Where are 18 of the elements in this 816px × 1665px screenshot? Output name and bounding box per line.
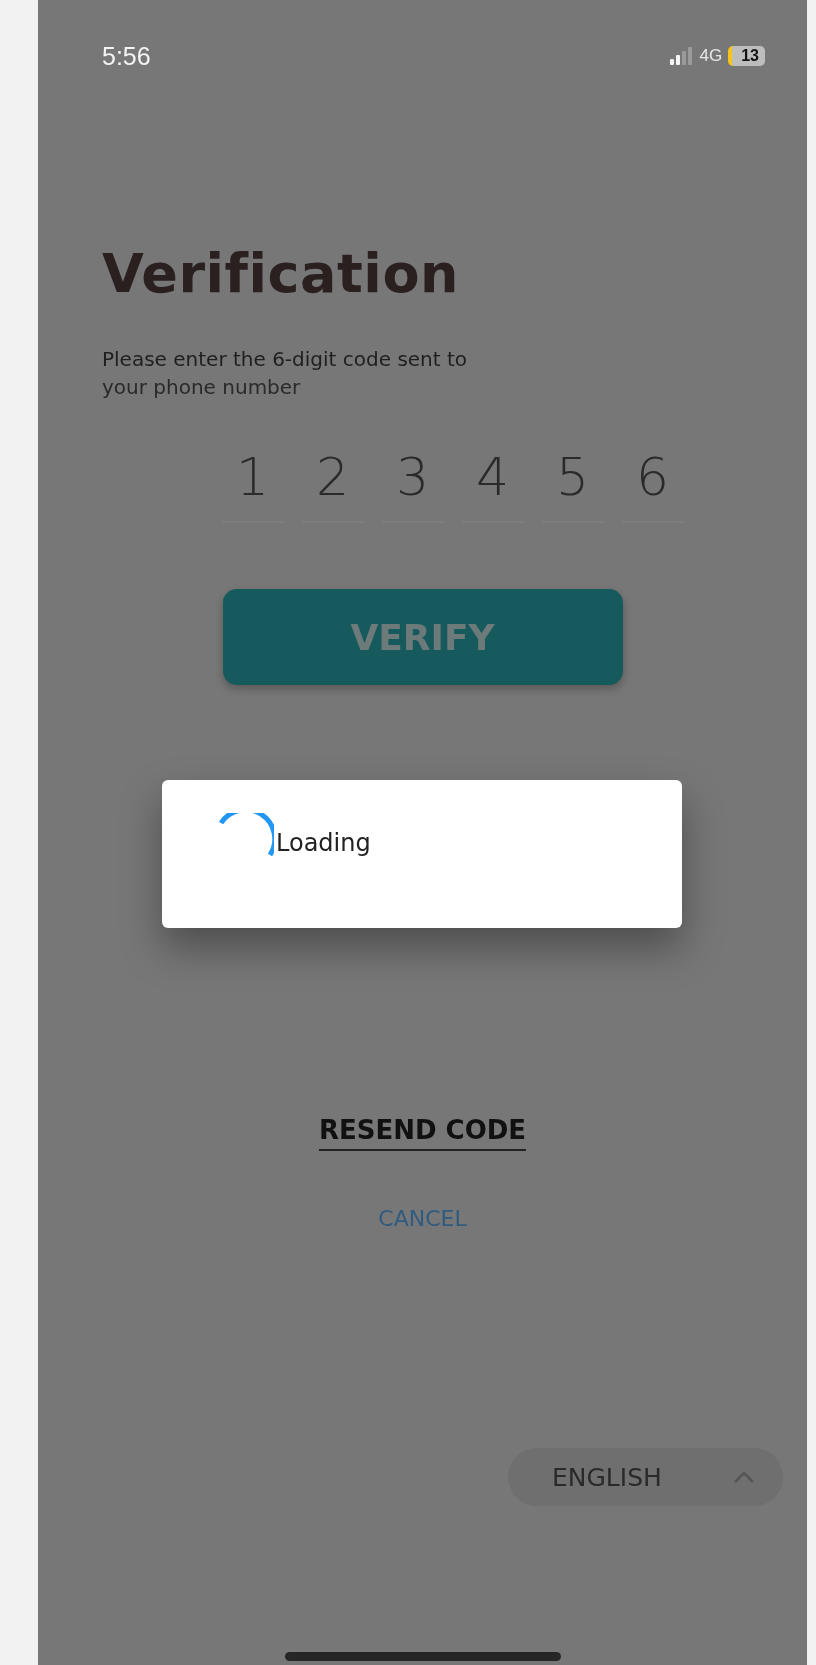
language-selector[interactable]: ENGLISH <box>508 1448 783 1506</box>
code-digit-field[interactable]: 2 <box>301 447 364 523</box>
chevron-icon <box>733 1470 755 1484</box>
loading-text: Loading <box>276 829 371 857</box>
code-digit-field[interactable]: 6 <box>621 447 684 523</box>
battery-indicator: 13 <box>728 46 765 66</box>
instruction-text: Please enter the 6-digit code sent to <box>102 346 469 373</box>
code-digit-field[interactable]: 1 <box>221 447 284 523</box>
page-title: Verification <box>102 242 460 305</box>
status-time: 5:56 <box>102 41 151 71</box>
resend-code-link[interactable]: RESEND CODE <box>318 1115 527 1151</box>
signal-icon <box>669 47 694 65</box>
network-label: 4G <box>699 46 723 66</box>
spinner-icon <box>218 813 274 857</box>
code-digit-field[interactable]: 3 <box>381 447 444 523</box>
code-digit-field[interactable]: 5 <box>541 447 604 523</box>
code-digit-field[interactable]: 4 <box>461 447 524 523</box>
instruction-text: your phone number <box>102 374 302 401</box>
